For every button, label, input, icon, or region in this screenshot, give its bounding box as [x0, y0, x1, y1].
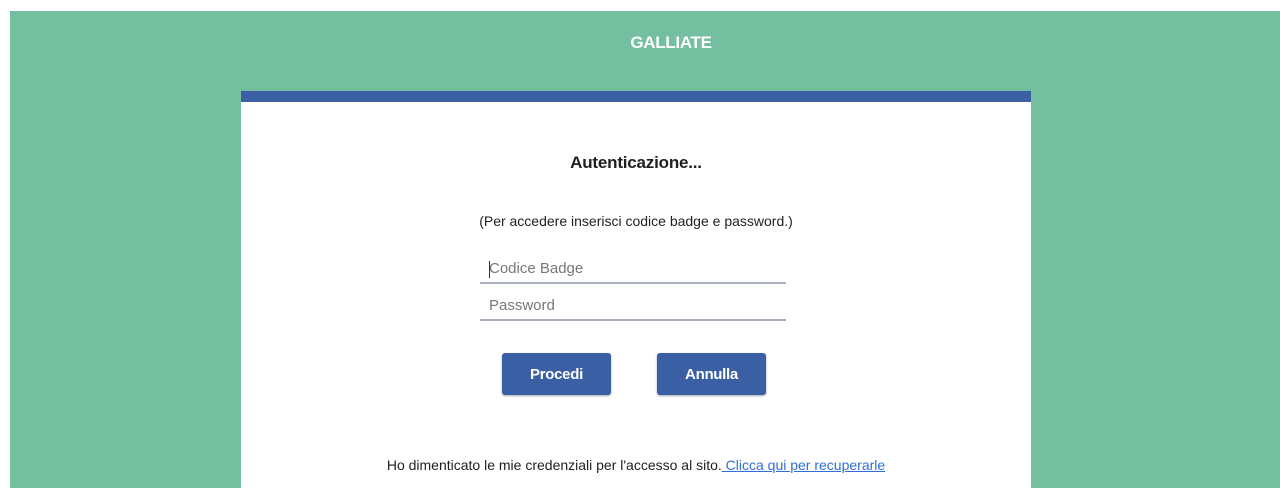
cancel-button[interactable]: Annulla: [657, 353, 766, 395]
recover-credentials-row: Ho dimenticato le mie credenziali per l'…: [241, 457, 1031, 473]
site-title: GALLIATE: [630, 33, 712, 52]
card-accent-bar: [241, 91, 1031, 102]
text-cursor: [489, 261, 490, 278]
login-card: Autenticazione... (Per accedere inserisc…: [241, 91, 1031, 488]
login-title: Autenticazione...: [570, 153, 702, 172]
submit-button[interactable]: Procedi: [502, 353, 611, 395]
recover-credentials-link[interactable]: Clicca qui per recuperarle: [722, 457, 886, 473]
login-hint: (Per accedere inserisci codice badge e p…: [479, 213, 793, 229]
page-background: GALLIATE Autenticazione... (Per accedere…: [10, 11, 1280, 488]
recover-text: Ho dimenticato le mie credenziali per l'…: [386, 457, 722, 473]
password-input[interactable]: [480, 291, 786, 321]
badge-code-input[interactable]: [480, 254, 786, 284]
